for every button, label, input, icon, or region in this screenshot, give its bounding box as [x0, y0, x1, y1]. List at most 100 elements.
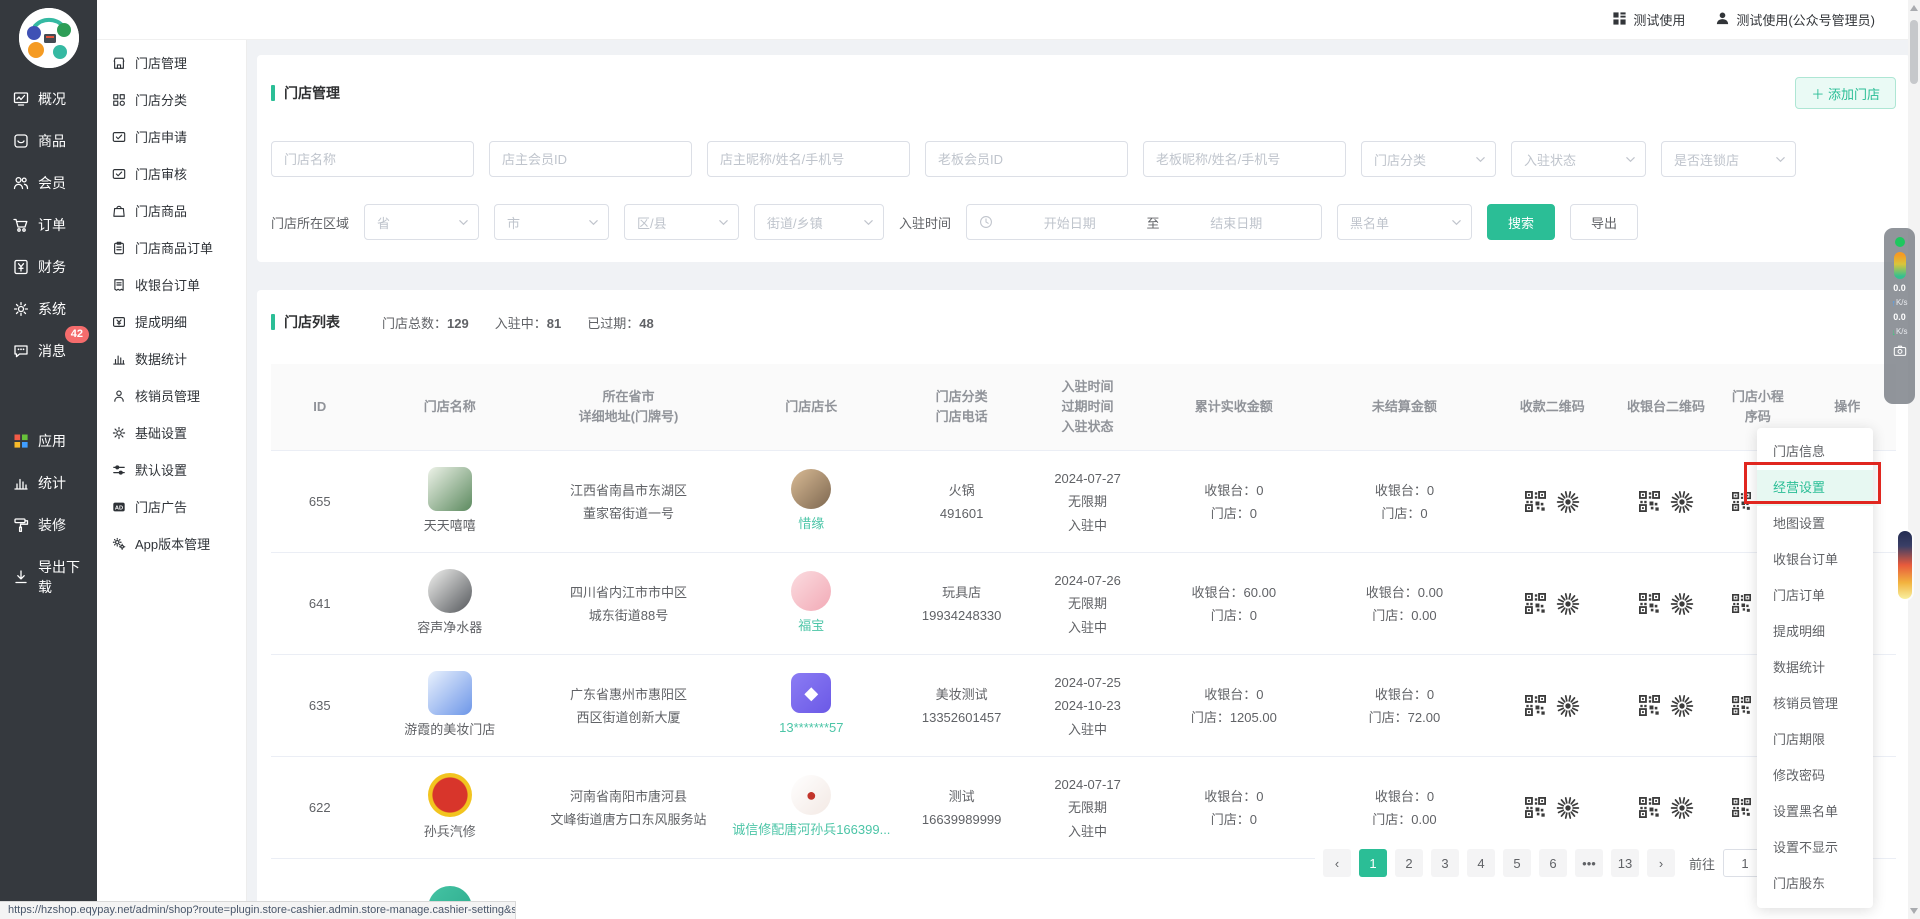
qr-code-icon[interactable]: [1639, 695, 1660, 716]
miniprogram-code-icon[interactable]: [1670, 796, 1694, 820]
page-next-button[interactable]: ›: [1647, 849, 1675, 877]
menu-item-0[interactable]: 门店信息: [1757, 434, 1873, 470]
submenu-item-store-goods[interactable]: 门店商品: [97, 192, 246, 229]
sidebar-item-system[interactable]: 系统: [0, 288, 97, 330]
submenu-item-basic-setting[interactable]: 基础设置: [97, 414, 246, 451]
filter-input-4[interactable]: [1143, 141, 1346, 177]
submenu-item-store-category[interactable]: 门店分类: [97, 81, 246, 118]
add-store-button[interactable]: ＋ 添加门店: [1795, 77, 1896, 109]
submenu-item-commission-detail[interactable]: 提成明细: [97, 303, 246, 340]
scroll-down-arrow[interactable]: [1910, 908, 1918, 914]
submenu-item-store-audit[interactable]: 门店审核: [97, 155, 246, 192]
filter-input-3[interactable]: [925, 141, 1128, 177]
miniprogram-code-icon[interactable]: [1556, 796, 1580, 820]
page-button-2[interactable]: 2: [1395, 849, 1423, 877]
page-ellipsis[interactable]: •••: [1575, 849, 1603, 877]
menu-item-9[interactable]: 修改密码: [1757, 758, 1873, 794]
submenu-item-app-version[interactable]: App版本管理: [97, 525, 246, 562]
manager-link[interactable]: 福宝: [729, 614, 894, 637]
submenu-item-store-ad[interactable]: AD门店广告: [97, 488, 246, 525]
menu-item-6[interactable]: 数据统计: [1757, 650, 1873, 686]
browser-scrollbar[interactable]: [1908, 0, 1920, 919]
end-date-placeholder[interactable]: 结束日期: [1164, 213, 1310, 232]
scroll-position-indicator[interactable]: [1898, 531, 1912, 599]
miniprogram-code-icon[interactable]: [1670, 490, 1694, 514]
miniprogram-code-icon[interactable]: [1670, 694, 1694, 718]
qr-code-icon[interactable]: [1525, 695, 1546, 716]
filter-select-2[interactable]: 是否连锁店: [1661, 141, 1796, 177]
submenu-item-verifier-manage[interactable]: 核销员管理: [97, 377, 246, 414]
menu-item-5[interactable]: 提成明细: [1757, 614, 1873, 650]
page-button-1[interactable]: 1: [1359, 849, 1387, 877]
sidebar-item-stats[interactable]: 统计: [0, 462, 97, 504]
manager-link[interactable]: 惜缘: [729, 512, 894, 535]
region-select-0[interactable]: 省: [364, 204, 479, 240]
filter-select-0[interactable]: 门店分类: [1361, 141, 1496, 177]
sidebar-item-export-download[interactable]: 导出下载: [0, 546, 97, 608]
miniprogram-code-icon[interactable]: [1556, 592, 1580, 616]
qr-code-icon[interactable]: [1732, 594, 1751, 613]
page-button-5[interactable]: 5: [1503, 849, 1531, 877]
miniprogram-code-icon[interactable]: [1556, 490, 1580, 514]
manager-link[interactable]: 13*******57: [729, 716, 894, 739]
qr-code-icon[interactable]: [1525, 797, 1546, 818]
app-version-icon: [112, 537, 126, 551]
export-button[interactable]: 导出: [1570, 204, 1638, 240]
scroll-up-arrow[interactable]: [1910, 5, 1918, 11]
sidebar-item-apps[interactable]: 应用: [0, 420, 97, 462]
camera-icon[interactable]: [1893, 344, 1907, 358]
filter-input-0[interactable]: [271, 141, 474, 177]
sidebar-item-decorate[interactable]: 装修: [0, 504, 97, 546]
submenu-item-data-stats[interactable]: 数据统计: [97, 340, 246, 377]
menu-item-3[interactable]: 收银台订单: [1757, 542, 1873, 578]
sidebar-item-order[interactable]: 订单: [0, 204, 97, 246]
manager-link[interactable]: 诚信修配唐河孙兵166399...: [729, 818, 894, 841]
date-range-picker[interactable]: 开始日期 至 结束日期: [966, 204, 1322, 240]
menu-item-12[interactable]: 门店股东: [1757, 866, 1873, 902]
sidebar-item-member[interactable]: 会员: [0, 162, 97, 204]
menu-item-11[interactable]: 设置不显示: [1757, 830, 1873, 866]
qr-code-icon[interactable]: [1732, 492, 1751, 511]
sidebar-item-finance[interactable]: 财务: [0, 246, 97, 288]
qr-code-icon[interactable]: [1639, 593, 1660, 614]
blacklist-select[interactable]: 黑名单: [1337, 204, 1472, 240]
submenu-item-store-apply[interactable]: 门店申请: [97, 118, 246, 155]
submenu-item-cashier-order[interactable]: 收银台订单: [97, 266, 246, 303]
sidebar-item-goods[interactable]: 商品: [0, 120, 97, 162]
sidebar-item-message[interactable]: 消息42: [0, 330, 97, 372]
filter-input-1[interactable]: [489, 141, 692, 177]
qr-code-icon[interactable]: [1525, 491, 1546, 512]
submenu-item-default-setting[interactable]: 默认设置: [97, 451, 246, 488]
filter-input-2[interactable]: [707, 141, 910, 177]
menu-item-10[interactable]: 设置黑名单: [1757, 794, 1873, 830]
region-select-1[interactable]: 市: [494, 204, 609, 240]
scrollbar-thumb[interactable]: [1910, 20, 1918, 84]
region-select-3[interactable]: 街道/乡镇: [754, 204, 884, 240]
menu-item-1[interactable]: 经营设置: [1757, 470, 1873, 506]
page-button-6[interactable]: 6: [1539, 849, 1567, 877]
menu-item-8[interactable]: 门店期限: [1757, 722, 1873, 758]
page-button-13[interactable]: 13: [1611, 849, 1639, 877]
search-button[interactable]: 搜索: [1487, 204, 1555, 240]
menu-item-4[interactable]: 门店订单: [1757, 578, 1873, 614]
menu-item-7[interactable]: 核销员管理: [1757, 686, 1873, 722]
workspace-switcher[interactable]: 测试使用: [1612, 10, 1685, 29]
page-prev-button[interactable]: ‹: [1323, 849, 1351, 877]
qr-code-icon[interactable]: [1732, 798, 1751, 817]
start-date-placeholder[interactable]: 开始日期: [997, 213, 1143, 232]
page-button-3[interactable]: 3: [1431, 849, 1459, 877]
qr-code-icon[interactable]: [1639, 491, 1660, 512]
menu-item-2[interactable]: 地图设置: [1757, 506, 1873, 542]
submenu-item-store-manage[interactable]: 门店管理: [97, 44, 246, 81]
filter-select-1[interactable]: 入驻状态: [1511, 141, 1646, 177]
qr-code-icon[interactable]: [1732, 696, 1751, 715]
user-menu[interactable]: 测试使用(公众号管理员): [1715, 10, 1875, 29]
qr-code-icon[interactable]: [1639, 797, 1660, 818]
miniprogram-code-icon[interactable]: [1670, 592, 1694, 616]
qr-code-icon[interactable]: [1525, 593, 1546, 614]
page-button-4[interactable]: 4: [1467, 849, 1495, 877]
miniprogram-code-icon[interactable]: [1556, 694, 1580, 718]
sidebar-item-overview[interactable]: 概况: [0, 78, 97, 120]
region-select-2[interactable]: 区/县: [624, 204, 739, 240]
submenu-item-store-goods-order[interactable]: 门店商品订单: [97, 229, 246, 266]
